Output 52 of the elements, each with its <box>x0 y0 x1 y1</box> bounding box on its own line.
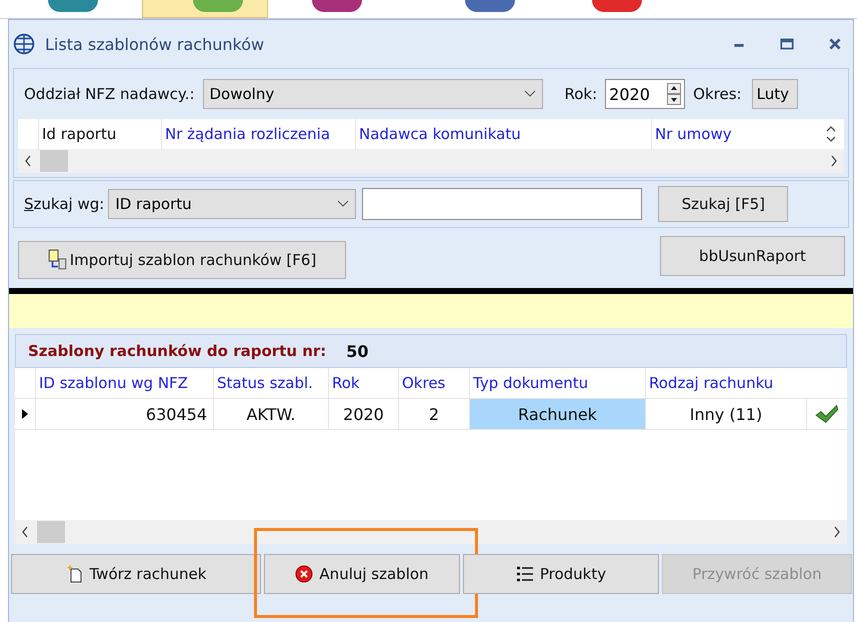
list-icon <box>516 565 534 583</box>
action-button[interactable]: Anuluj szablon <box>264 554 460 594</box>
spinner-arrows-icon <box>667 83 682 105</box>
window-title: Lista szablonów rachunków <box>45 34 264 54</box>
horizontal-scrollbar[interactable] <box>18 149 844 173</box>
globe-icon <box>13 33 35 55</box>
search-input[interactable] <box>362 188 642 220</box>
scroll-right-icon[interactable] <box>830 155 838 167</box>
chevron-icon <box>337 200 350 208</box>
scrollbar-thumb[interactable] <box>40 150 68 172</box>
column-header[interactable]: Typ dokumentu <box>469 368 645 398</box>
search-field-dropdown[interactable]: ID raportu <box>108 189 356 219</box>
search-label: Szukaj wg: <box>24 195 104 213</box>
document-import-icon <box>48 249 68 271</box>
column-header[interactable]: Okres <box>398 368 469 398</box>
cancel-icon <box>295 565 314 583</box>
period-label: Okres: <box>693 85 742 103</box>
table-cell: Inny (11) <box>645 399 806 429</box>
app-icon[interactable] <box>592 0 642 12</box>
column-header[interactable]: ID szablonu wg NFZ <box>35 368 213 398</box>
branch-label: Oddział NFZ nadawcy.: <box>24 85 194 103</box>
scroll-left-icon[interactable] <box>24 155 32 167</box>
scroll-right-icon[interactable] <box>833 526 841 538</box>
year-spinner[interactable]: 2020 <box>605 79 686 109</box>
section-title: Szablony rachunków do raportu nr: <box>28 342 326 360</box>
period-dropdown[interactable]: Luty <box>752 79 798 109</box>
import-button[interactable]: Importuj szablon rachunków [F6] <box>18 241 346 279</box>
chevron-icon <box>524 90 536 98</box>
scroll-left-icon[interactable] <box>21 526 29 538</box>
app-icon[interactable] <box>48 0 98 12</box>
branch-dropdown[interactable]: Dowolny <box>202 79 542 109</box>
year-label: Rok: <box>564 85 598 103</box>
column-header[interactable]: Status szabl. <box>213 368 328 398</box>
table-cell: Rachunek <box>469 399 645 429</box>
app-icon[interactable] <box>465 0 515 12</box>
table-cell: 2020 <box>328 399 398 429</box>
search-button[interactable]: Szukaj [F5] <box>658 186 788 222</box>
table-cell: AKTW. <box>213 399 328 429</box>
maximize-icon[interactable] <box>779 36 795 52</box>
scrollbar-thumb[interactable] <box>37 521 65 543</box>
close-icon[interactable] <box>827 36 843 52</box>
action-button[interactable]: Twórz rachunek <box>11 554 261 594</box>
column-header[interactable]: Rodzaj rachunku <box>645 368 806 398</box>
sort-arrows-icon[interactable] <box>826 124 836 144</box>
app-icon[interactable] <box>312 0 362 12</box>
report-number: 50 <box>346 342 369 360</box>
column-header[interactable]: Rok <box>328 368 398 398</box>
delete-report-button[interactable]: bbUsunRaport <box>660 236 845 276</box>
horizontal-scrollbar[interactable] <box>15 520 847 544</box>
action-button[interactable]: Produkty <box>463 554 659 594</box>
new-document-icon <box>66 565 84 583</box>
table-cell: 630454 <box>35 399 213 429</box>
